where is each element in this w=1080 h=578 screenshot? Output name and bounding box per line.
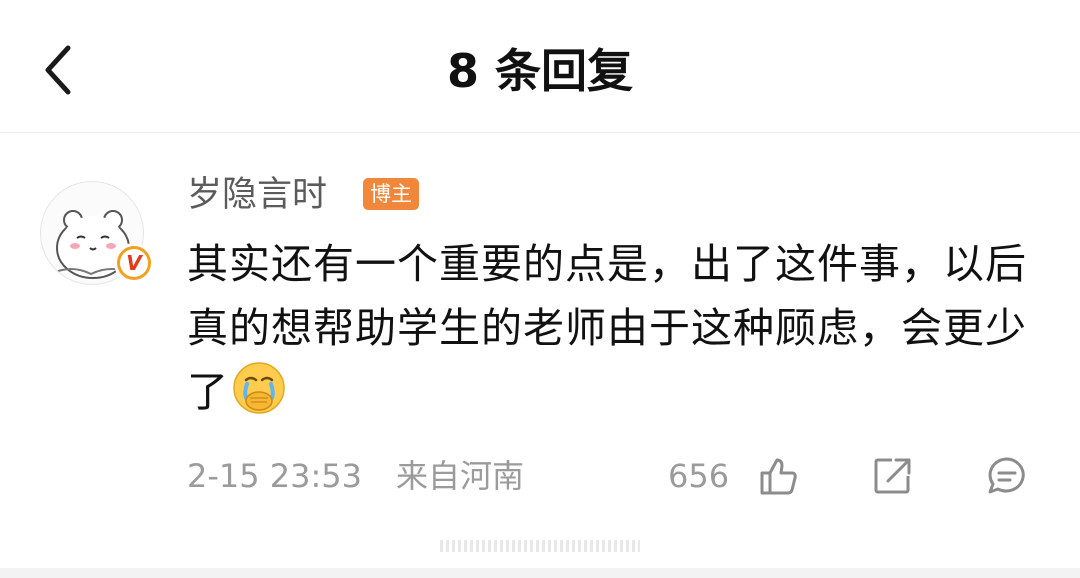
comment-location: 来自河南 (396, 457, 525, 495)
verified-v-icon: V (120, 249, 148, 277)
like-count: 656 (668, 457, 730, 495)
comment-text: 其实还有一个重要的点是，出了这件事，以后真的想帮助学生的老师由于这种顾虑，会更少… (187, 240, 1027, 416)
like-button[interactable] (758, 455, 800, 497)
verified-badge: V (114, 243, 154, 283)
comment-time: 2-15 23:53 (187, 457, 363, 495)
thumbs-up-icon (760, 458, 797, 495)
header-bar: 8 条回复 (0, 0, 1080, 132)
author-badge: 博主 (363, 178, 419, 210)
comment-body[interactable]: 其实还有一个重要的点是，出了这件事，以后真的想帮助学生的老师由于这种顾虑，会更少… (187, 232, 1037, 424)
header-divider (0, 132, 1080, 133)
share-icon (874, 458, 911, 494)
loading-dots (440, 540, 640, 552)
comment-bubble-icon (988, 457, 1025, 494)
username[interactable]: 岁隐言时 (187, 172, 327, 218)
crying-emoji-icon (233, 362, 285, 414)
share-button[interactable] (872, 455, 914, 497)
page-title: 8 条回复 (446, 44, 634, 98)
bottom-divider (0, 568, 1080, 578)
reply-button[interactable] (986, 455, 1028, 497)
